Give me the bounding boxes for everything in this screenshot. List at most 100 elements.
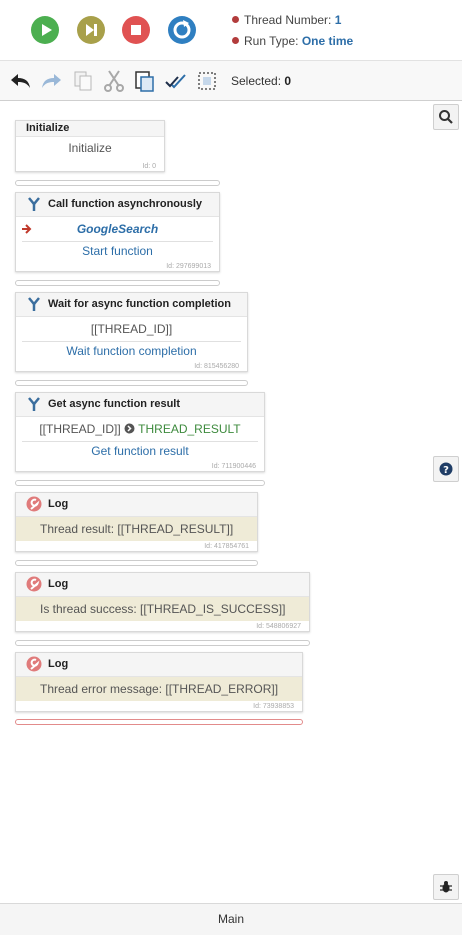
log-message: Thread error message: [[THREAD_ERROR]]	[16, 677, 302, 701]
thread-number-info: Thread Number: 1	[232, 13, 341, 27]
block-connector[interactable]	[15, 560, 258, 566]
function-name[interactable]: GoogleSearch	[16, 222, 219, 236]
block-header: Wait for async function completion	[16, 293, 247, 317]
call-function-async-block[interactable]: Call function asynchronously GoogleSearc…	[15, 192, 220, 272]
selected-value: 0	[284, 74, 292, 88]
paste-button[interactable]	[133, 69, 157, 93]
copy-icon	[74, 71, 92, 91]
block-header: Call function asynchronously	[16, 193, 219, 217]
restart-icon	[173, 20, 191, 39]
search-icon	[439, 110, 453, 124]
block-title: Log	[48, 578, 69, 590]
skip-next-icon	[86, 24, 97, 36]
run-type-info: Run Type: One time	[232, 34, 353, 48]
block-id: Id: 417854761	[204, 543, 249, 550]
block-id: Id: 73938853	[253, 703, 294, 710]
block-id: Id: 297699013	[166, 263, 211, 270]
block-action[interactable]: Wait function completion	[16, 344, 247, 358]
undo-icon	[11, 74, 30, 88]
initialize-block[interactable]: Initialize Initialize Id: 0	[15, 120, 165, 172]
block-io-row: [[THREAD_ID]] THREAD_RESULT	[16, 422, 264, 436]
block-input: [[THREAD_ID]]	[39, 422, 121, 436]
run-type-label: Run Type:	[244, 34, 299, 48]
output-arrow-icon	[124, 423, 135, 434]
insert-point-connector[interactable]	[15, 719, 303, 725]
bullet-icon	[232, 16, 239, 23]
run-header: Thread Number: 1 Run Type: One time	[0, 0, 462, 60]
play-icon	[42, 24, 52, 36]
check-all-button[interactable]	[164, 69, 188, 93]
block-connector[interactable]	[15, 480, 265, 486]
block-connector[interactable]	[15, 640, 310, 646]
block-connector[interactable]	[15, 280, 220, 286]
selected-count: Selected: 0	[231, 74, 291, 88]
svg-text:?: ?	[443, 465, 449, 476]
thread-number-label: Thread Number:	[244, 13, 332, 27]
block-id: Id: 815456280	[194, 363, 239, 370]
bullet-icon	[232, 37, 239, 44]
select-area-icon	[198, 72, 216, 90]
next-step-button[interactable]	[77, 16, 105, 44]
wait-async-completion-block[interactable]: Wait for async function completion [[THR…	[15, 292, 248, 372]
block-id: Id: 711900446	[211, 463, 256, 470]
block-title: Call function asynchronously	[48, 198, 203, 210]
divider	[22, 241, 213, 242]
thread-number-value: 1	[334, 13, 342, 27]
block-action[interactable]: Get function result	[16, 444, 264, 458]
search-button[interactable]	[433, 104, 459, 130]
fork-icon	[28, 297, 40, 311]
log-block[interactable]: Log Thread result: [[THREAD_RESULT]] Id:…	[15, 492, 258, 552]
fork-icon	[28, 197, 40, 211]
wrench-icon	[26, 496, 42, 512]
block-output[interactable]: THREAD_RESULT	[138, 422, 240, 436]
get-async-result-block[interactable]: Get async function result [[THREAD_ID]] …	[15, 392, 265, 472]
cut-button[interactable]	[102, 69, 126, 93]
wrench-icon	[26, 576, 42, 592]
block-action[interactable]: Start function	[16, 244, 219, 258]
check-all-icon	[165, 74, 186, 89]
block-id: Id: 0	[142, 163, 156, 170]
help-icon: ?	[439, 462, 453, 476]
selected-label: Selected:	[231, 74, 282, 88]
block-header: Log	[16, 493, 257, 517]
block-body: [[THREAD_ID]]	[90, 322, 173, 336]
divider	[22, 441, 258, 442]
block-header: Get async function result	[16, 393, 264, 417]
block-header: Log	[16, 653, 302, 677]
block-body: Initialize	[68, 141, 112, 155]
bug-icon	[440, 881, 452, 893]
function-tab-bar: Main	[0, 903, 462, 935]
block-title: Initialize	[16, 121, 164, 137]
help-button[interactable]: ?	[433, 456, 459, 482]
block-header: Log	[16, 573, 309, 597]
run-type-value[interactable]: One time	[302, 34, 353, 48]
select-area-button[interactable]	[195, 69, 219, 93]
redo-button[interactable]	[39, 69, 63, 93]
log-block[interactable]: Log Thread error message: [[THREAD_ERROR…	[15, 652, 303, 712]
undo-button[interactable]	[9, 69, 33, 93]
block-connector[interactable]	[15, 180, 220, 186]
log-message: Is thread success: [[THREAD_IS_SUCCESS]]	[16, 597, 309, 621]
block-title: Wait for async function completion	[48, 298, 231, 310]
log-block[interactable]: Log Is thread success: [[THREAD_IS_SUCCE…	[15, 572, 310, 632]
copy-button[interactable]	[71, 69, 95, 93]
edit-toolbar: Selected: 0	[0, 60, 462, 101]
block-id: Id: 548806927	[256, 623, 301, 630]
block-title: Log	[48, 658, 69, 670]
restart-button[interactable]	[168, 16, 196, 44]
play-button[interactable]	[31, 16, 59, 44]
wrench-icon	[26, 656, 42, 672]
stop-icon	[131, 25, 141, 35]
log-message: Thread result: [[THREAD_RESULT]]	[16, 517, 257, 541]
stop-button[interactable]	[122, 16, 150, 44]
block-title: Get async function result	[48, 398, 181, 410]
divider	[22, 341, 241, 342]
block-title: Log	[48, 498, 69, 510]
block-connector[interactable]	[15, 380, 248, 386]
tab-main[interactable]: Main	[218, 912, 244, 926]
cut-icon	[104, 70, 124, 92]
paste-icon	[135, 71, 154, 92]
fork-icon	[28, 397, 40, 411]
redo-icon	[42, 74, 61, 88]
debug-button[interactable]	[433, 874, 459, 900]
